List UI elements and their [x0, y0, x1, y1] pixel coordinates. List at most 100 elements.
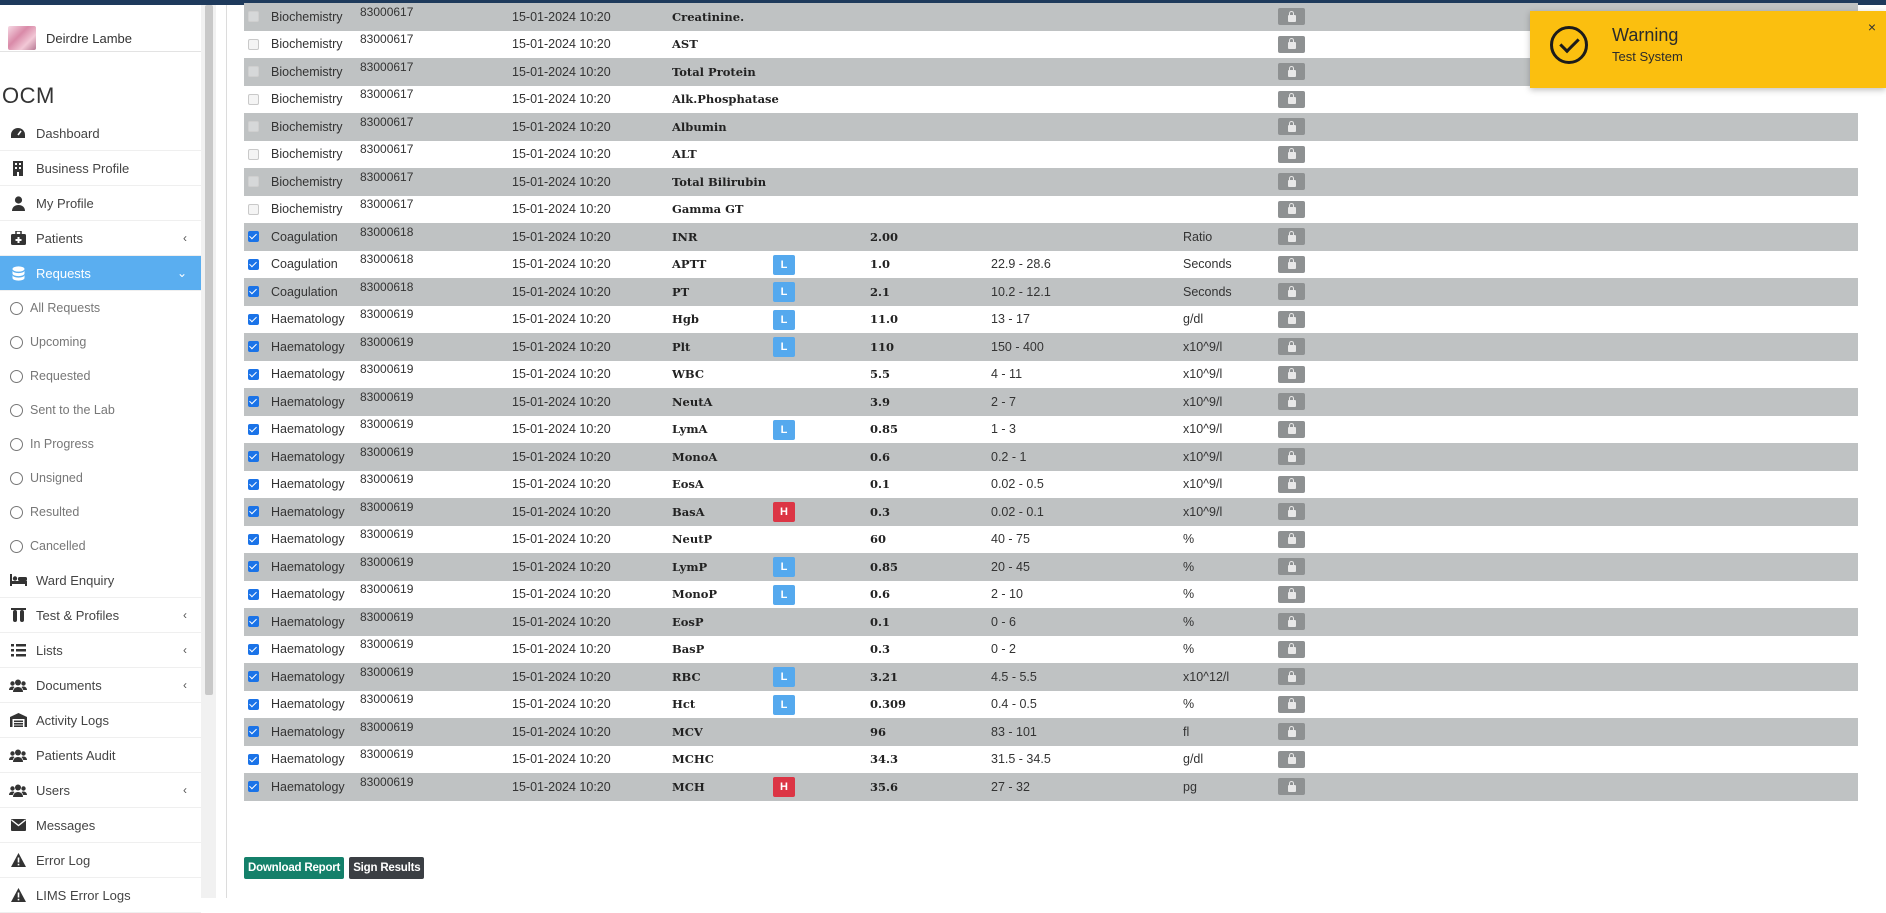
row-checkbox[interactable] — [248, 203, 259, 215]
unlock-row-button[interactable] — [1278, 63, 1305, 80]
sample-id-cell: 83000617 — [360, 142, 414, 157]
sidebar-subitem-in-progress[interactable]: In Progress — [0, 427, 201, 461]
row-checkbox[interactable] — [248, 698, 259, 710]
unlock-row-button[interactable] — [1278, 255, 1305, 273]
row-checkbox[interactable] — [248, 396, 259, 407]
row-checkbox[interactable] — [248, 451, 259, 462]
sample-id-cell: 83000619 — [360, 664, 414, 679]
unlock-row-button[interactable] — [1278, 558, 1305, 575]
sign-results-button[interactable]: Sign Results — [349, 857, 425, 879]
unlock-row-button[interactable] — [1278, 668, 1305, 685]
unlock-row-button[interactable] — [1278, 8, 1305, 25]
result-value-cell: 0.85 — [870, 559, 899, 574]
unlock-row-button[interactable] — [1278, 173, 1305, 190]
row-checkbox[interactable] — [248, 533, 259, 545]
sidebar-item-lists[interactable]: Lists ‹ — [0, 633, 201, 668]
row-checkbox[interactable] — [248, 66, 259, 77]
sidebar-item-business-profile[interactable]: Business Profile — [0, 151, 201, 186]
test-name-cell: Alk.Phosphatase — [672, 92, 779, 107]
sidebar-item-documents[interactable]: Documents ‹ — [0, 668, 201, 703]
unlock-row-button[interactable] — [1278, 310, 1305, 328]
row-checkbox[interactable] — [248, 781, 259, 792]
result-value-cell: 34.3 — [870, 752, 899, 767]
unlock-row-button[interactable] — [1278, 283, 1305, 300]
sidebar-item-ward-enquiry[interactable]: Ward Enquiry — [0, 563, 201, 598]
unlock-row-button[interactable] — [1278, 118, 1305, 135]
unlock-row-button[interactable] — [1278, 778, 1305, 795]
sidebar-item-test-profiles[interactable]: Test & Profiles ‹ — [0, 598, 201, 633]
row-checkbox[interactable] — [248, 38, 259, 50]
sidebar-subitem-resulted[interactable]: Resulted — [0, 495, 201, 529]
sidebar-subitem-unsigned[interactable]: Unsigned — [0, 461, 201, 495]
unlock-row-button[interactable] — [1278, 695, 1305, 713]
row-checkbox[interactable] — [248, 121, 259, 132]
user-profile[interactable]: Deirdre Lambe — [8, 23, 132, 53]
unit-cell: x10^9/l — [1183, 422, 1223, 437]
unlock-row-button[interactable] — [1278, 585, 1305, 603]
row-checkbox[interactable] — [248, 753, 259, 765]
row-checkbox[interactable] — [248, 286, 259, 297]
sidebar-subitem-requested[interactable]: Requested — [0, 359, 201, 393]
unlock-row-button[interactable] — [1278, 338, 1305, 355]
sidebar-item-messages[interactable]: Messages — [0, 808, 201, 843]
sidebar-subitem-all-requests[interactable]: All Requests — [0, 291, 201, 325]
sidebar-subitem-cancelled[interactable]: Cancelled — [0, 529, 201, 563]
sidebar-item-patients-audit[interactable]: Patients Audit — [0, 738, 201, 773]
row-checkbox[interactable] — [248, 643, 259, 655]
unlock-row-button[interactable] — [1278, 145, 1305, 163]
sidebar-scrollbar-thumb[interactable] — [205, 5, 213, 695]
row-checkbox[interactable] — [248, 258, 259, 270]
row-checkbox[interactable] — [248, 93, 259, 105]
row-checkbox[interactable] — [248, 561, 259, 572]
unlock-row-button[interactable] — [1278, 613, 1305, 630]
sidebar-item-dashboard[interactable]: Dashboard — [0, 116, 201, 151]
row-checkbox[interactable] — [248, 231, 259, 242]
row-checkbox[interactable] — [248, 148, 259, 160]
sidebar-subitem-upcoming[interactable]: Upcoming — [0, 325, 201, 359]
row-checkbox[interactable] — [248, 506, 259, 517]
unlock-row-button[interactable] — [1278, 35, 1305, 53]
sidebar-item-lims-error-logs[interactable]: LIMS Error Logs — [0, 878, 201, 913]
unlock-row-button[interactable] — [1278, 448, 1305, 465]
unlock-row-button[interactable] — [1278, 365, 1305, 383]
row-checkbox[interactable] — [248, 423, 259, 435]
unlock-row-button[interactable] — [1278, 640, 1305, 658]
row-checkbox[interactable] — [248, 616, 259, 627]
unlock-row-button[interactable] — [1278, 228, 1305, 245]
sample-id-cell: 83000619 — [360, 719, 414, 734]
sidebar-item-activity-logs[interactable]: Activity Logs — [0, 703, 201, 738]
unlock-row-button[interactable] — [1278, 530, 1305, 548]
row-checkbox[interactable] — [248, 588, 259, 600]
chevron-left-icon: ‹ — [183, 608, 187, 622]
close-icon[interactable]: × — [1868, 19, 1876, 35]
reference-range-cell: 2 - 7 — [991, 394, 1017, 409]
row-checkbox[interactable] — [248, 176, 259, 187]
department-cell: Haematology — [271, 312, 345, 327]
row-checkbox[interactable] — [248, 313, 259, 325]
sidebar-item-requests[interactable]: Requests ⌄ — [0, 256, 201, 291]
row-checkbox[interactable] — [248, 368, 259, 380]
row-checkbox[interactable] — [248, 726, 259, 737]
row-checkbox[interactable] — [248, 341, 259, 352]
unlock-row-button[interactable] — [1278, 723, 1305, 740]
unlock-row-button[interactable] — [1278, 393, 1305, 410]
row-checkbox[interactable] — [248, 478, 259, 490]
unlock-row-button[interactable] — [1278, 503, 1305, 520]
row-checkbox[interactable] — [248, 11, 259, 22]
unlock-row-button[interactable] — [1278, 200, 1305, 218]
unlock-row-button[interactable] — [1278, 420, 1305, 438]
download-report-button[interactable]: Download Report — [244, 857, 345, 879]
unlock-row-button[interactable] — [1278, 90, 1305, 108]
reference-range-cell: 31.5 - 34.5 — [991, 752, 1051, 767]
circle-icon — [10, 505, 23, 519]
sidebar-item-error-log[interactable]: Error Log — [0, 843, 201, 878]
unlock-row-button[interactable] — [1278, 750, 1305, 768]
circle-icon — [10, 437, 23, 451]
row-checkbox[interactable] — [248, 671, 259, 682]
sidebar-item-my-profile[interactable]: My Profile — [0, 186, 201, 221]
sidebar-item-patients[interactable]: Patients ‹ — [0, 221, 201, 256]
sidebar-item-users[interactable]: Users ‹ — [0, 773, 201, 808]
unlock-row-button[interactable] — [1278, 475, 1305, 493]
date-cell: 15-01-2024 10:20 — [512, 477, 611, 492]
sidebar-subitem-sent-to-the-lab[interactable]: Sent to the Lab — [0, 393, 201, 427]
